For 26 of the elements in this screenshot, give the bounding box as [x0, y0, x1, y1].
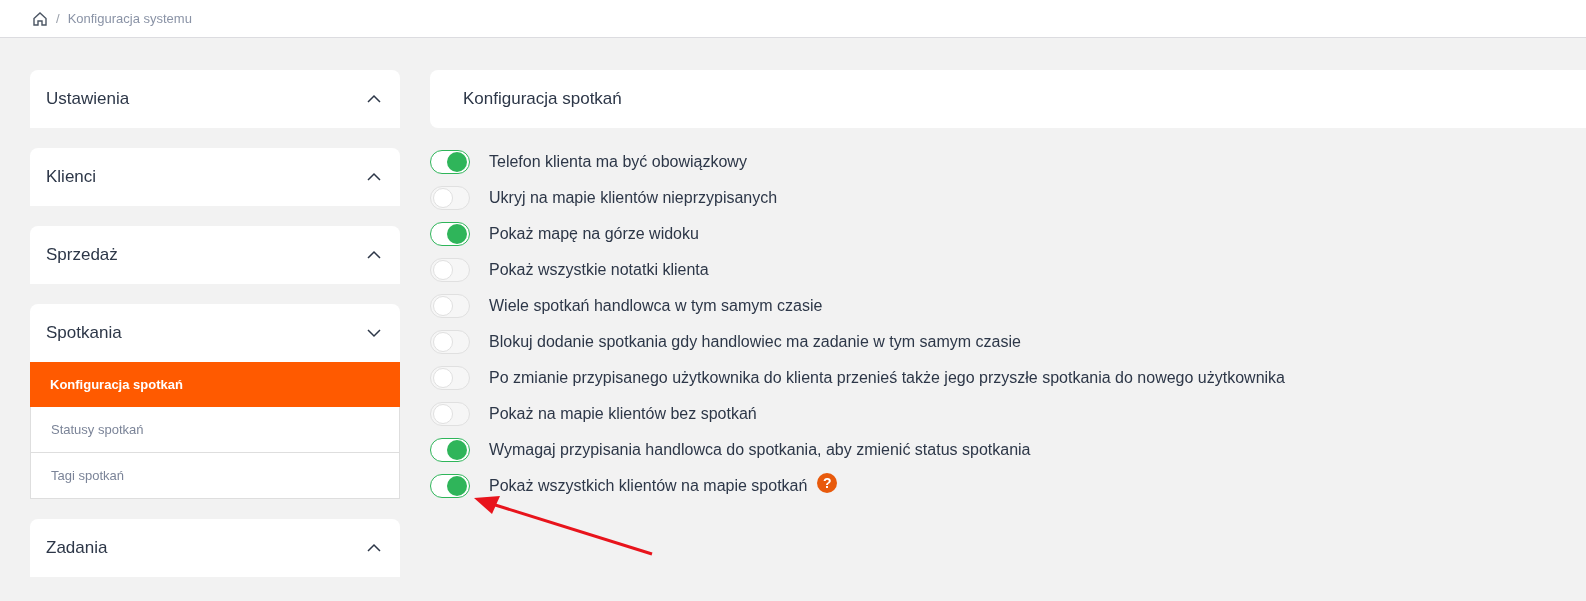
- section-header[interactable]: Zadania: [30, 519, 400, 577]
- panel-title: Konfiguracja spotkań: [463, 88, 622, 111]
- toggle-switch[interactable]: [430, 150, 470, 174]
- section-header[interactable]: Sprzedaż: [30, 226, 400, 284]
- submenu-item[interactable]: Statusy spotkań: [30, 407, 400, 453]
- setting-label: Po zmianie przypisanego użytkownika do klienta przenieś także jego przyszłe spotkania do nowego użytkownika: [489, 368, 1285, 388]
- section-header[interactable]: Klienci: [30, 148, 400, 206]
- setting-label: Wiele spotkań handlowca w tym samym czasie: [489, 296, 823, 316]
- home-icon[interactable]: [32, 10, 48, 27]
- setting-label: Ukryj na mapie klientów nieprzypisanych: [489, 188, 778, 208]
- section-header[interactable]: Spotkania: [30, 304, 400, 362]
- toggle-switch[interactable]: [430, 474, 470, 498]
- section-header[interactable]: Ustawienia: [30, 70, 400, 128]
- setting-label: Pokaż wszystkich klientów na mapie spotkań: [489, 476, 808, 496]
- breadcrumb-separator: /: [56, 9, 60, 28]
- setting-label: Pokaż na mapie klientów bez spotkań: [489, 404, 757, 424]
- breadcrumb-item: Konfiguracja systemu: [67, 9, 192, 28]
- help-icon[interactable]: ?: [817, 473, 838, 493]
- setting-label: Pokaż wszystkie notatki klienta: [489, 260, 709, 280]
- setting-label: Pokaż mapę na górze widoku: [489, 224, 699, 244]
- toggle-switch[interactable]: [430, 222, 470, 246]
- submenu-item[interactable]: Tagi spotkań: [30, 453, 400, 499]
- toggle-switch[interactable]: [430, 438, 470, 462]
- setting-label: Blokuj dodanie spotkania gdy handlowiec ma zadanie w tym samym czasie: [489, 332, 1021, 352]
- setting-label: Telefon klienta ma być obowiązkowy: [489, 152, 747, 172]
- setting-label: Wymagaj przypisania handlowca do spotkania, aby zmienić status spotkania: [489, 440, 1031, 460]
